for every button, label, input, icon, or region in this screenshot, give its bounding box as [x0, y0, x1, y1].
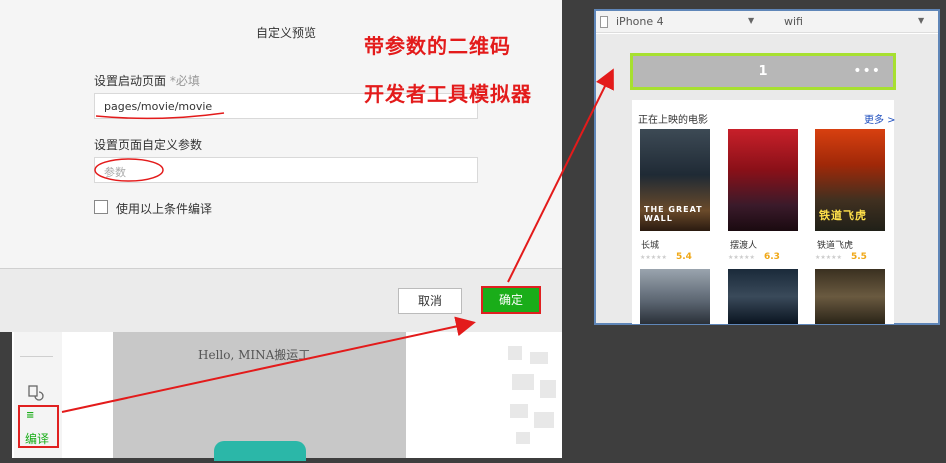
- arrow-to-confirm: [61, 316, 476, 413]
- circle-annotation: [94, 158, 164, 182]
- annotation-arrows: [61, 68, 614, 413]
- underline-annotation: [95, 112, 225, 120]
- arrow-to-simulator: [507, 68, 614, 283]
